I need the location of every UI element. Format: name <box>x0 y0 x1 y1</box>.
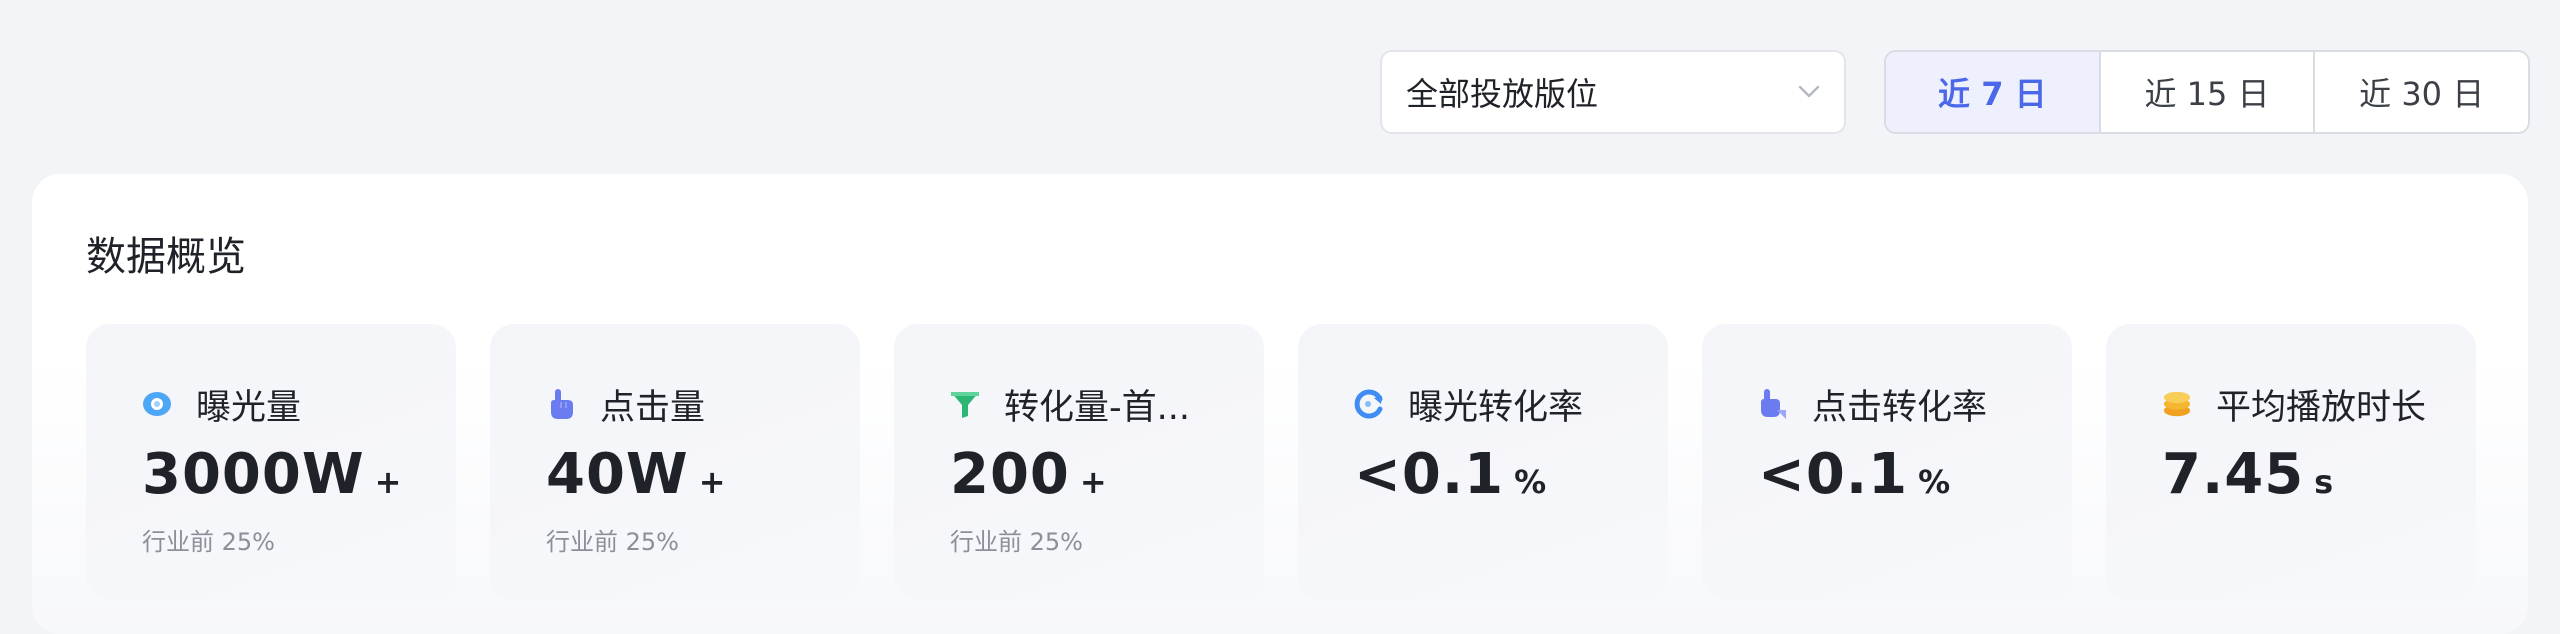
date-range-toggle: 近 7 日 近 15 日 近 30 日 <box>1884 50 2530 134</box>
chevron-down-icon <box>1796 79 1822 105</box>
placement-select[interactable]: 全部投放版位 <box>1380 50 1846 134</box>
metric-value: 200 <box>950 442 1070 507</box>
range-7-days-button[interactable]: 近 7 日 <box>1886 52 2099 132</box>
metric-value: 7.45 <box>2162 442 2305 507</box>
metric-card-impression-conversion-rate: 曝光转化率 <0.1 % <box>1298 324 1668 600</box>
metric-value: <0.1 <box>1758 442 1909 507</box>
metric-suffix: + <box>1079 463 1107 501</box>
metric-label: 转化量-首... <box>1004 387 1191 428</box>
metric-label: 曝光转化率 <box>1408 387 1584 428</box>
metric-label: 平均播放时长 <box>2216 387 2427 428</box>
data-overview-panel: 数据概览 曝光量 3000W + 行业前 25% 点击量 40W + 行业前 2… <box>32 174 2528 634</box>
rate-refresh-icon <box>1354 389 1384 419</box>
range-15-days-button[interactable]: 近 15 日 <box>2098 52 2314 132</box>
industry-rank-text: 行业前 25% <box>142 528 275 556</box>
metric-value: 3000W <box>142 442 365 507</box>
panel-title: 数据概览 <box>86 234 246 280</box>
metric-value: <0.1 <box>1354 442 1505 507</box>
metric-suffix: % <box>1514 463 1547 501</box>
metric-card-avg-play-duration: 平均播放时长 7.45 s <box>2106 324 2476 600</box>
metric-suffix: % <box>1918 463 1951 501</box>
metric-card-click-conversion-rate: 点击转化率 <0.1 % <box>1702 324 2072 600</box>
metric-suffix: + <box>374 463 402 501</box>
metric-card-clicks: 点击量 40W + 行业前 25% <box>490 324 860 600</box>
eye-icon <box>142 389 172 419</box>
click-hand-icon <box>546 389 576 419</box>
metric-card-conversions: 转化量-首... 200 + 行业前 25% <box>894 324 1264 600</box>
click-rate-icon <box>1758 389 1788 419</box>
industry-rank-text: 行业前 25% <box>546 528 679 556</box>
coins-icon <box>2162 389 2192 419</box>
range-30-days-button[interactable]: 近 30 日 <box>2313 52 2528 132</box>
industry-rank-text: 行业前 25% <box>950 528 1083 556</box>
metric-suffix: s <box>2314 463 2334 501</box>
metric-card-impressions: 曝光量 3000W + 行业前 25% <box>86 324 456 600</box>
metric-label: 曝光量 <box>196 387 302 428</box>
metric-value: 40W <box>546 442 689 507</box>
placement-select-value: 全部投放版位 <box>1406 75 1599 113</box>
metric-label: 点击量 <box>600 387 706 428</box>
metric-cards: 曝光量 3000W + 行业前 25% 点击量 40W + 行业前 25% 转化… <box>86 324 2516 604</box>
metric-suffix: + <box>698 463 726 501</box>
metric-label: 点击转化率 <box>1812 387 1988 428</box>
funnel-icon <box>950 389 980 419</box>
